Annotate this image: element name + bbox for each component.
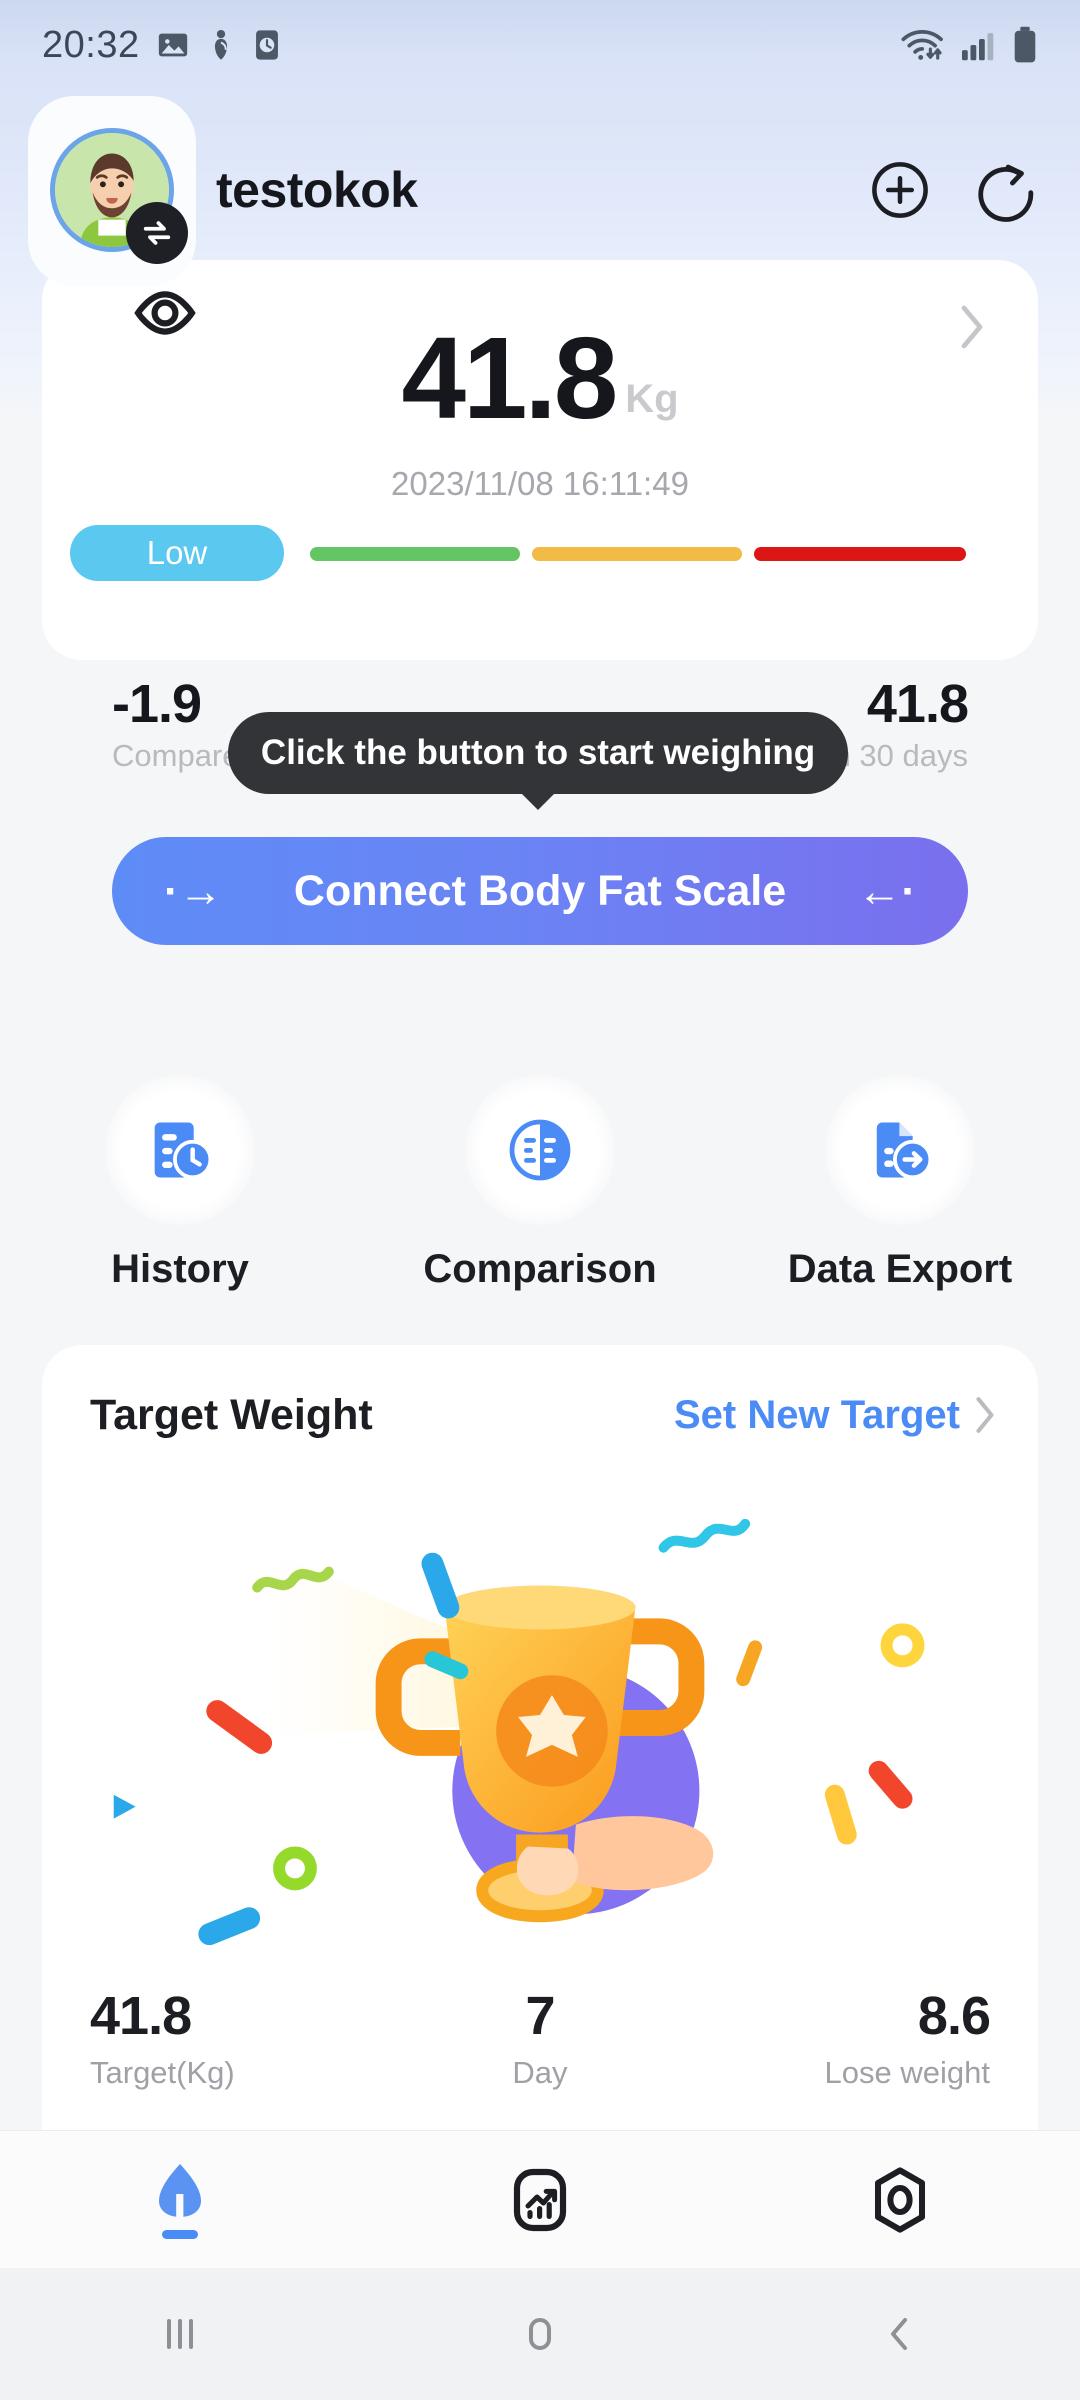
wifi-icon	[900, 27, 946, 63]
stat-target: 41.8 Target(Kg)	[90, 1985, 390, 2091]
share-refresh-icon[interactable]	[974, 158, 1038, 222]
stat-value: 41.8	[90, 1985, 390, 2047]
signal-icon	[960, 28, 998, 62]
target-card-title: Target Weight	[90, 1391, 373, 1440]
quick-action-label: Comparison	[423, 1247, 656, 1292]
comparison-split-circle-icon	[465, 1075, 615, 1225]
home-square-icon[interactable]	[360, 2311, 720, 2357]
arrow-right-glyph: ·→	[164, 867, 223, 917]
stat-label: Target(Kg)	[90, 2055, 390, 2091]
set-new-target-label: Set New Target	[674, 1393, 960, 1438]
swap-arrows-icon	[126, 202, 188, 264]
level-active-badge: Low	[70, 525, 284, 581]
stat-label: Day	[390, 2055, 690, 2091]
level-bar-high	[532, 547, 742, 561]
measurement-timestamp: 2023/11/08 16:11:49	[42, 465, 1038, 503]
header-actions	[868, 158, 1038, 222]
nav-active-indicator	[162, 2230, 198, 2239]
status-bar-right	[900, 26, 1038, 64]
data-export-document-arrow-icon	[825, 1075, 975, 1225]
status-bar-clock: 20:32	[42, 24, 140, 67]
stat-day: 7 Day	[390, 1985, 690, 2091]
app-header: testokok	[0, 120, 1080, 260]
quick-action-label: Data Export	[788, 1247, 1013, 1292]
status-bar: 20:32	[0, 0, 1080, 90]
trophy-celebration-illustration	[42, 1475, 1038, 1975]
gear-hexagon-icon	[866, 2166, 934, 2234]
stat-value: 7	[390, 1985, 690, 2047]
nav-item-settings[interactable]	[720, 2166, 1080, 2234]
recents-icon[interactable]	[0, 2311, 360, 2357]
app-icon	[206, 28, 236, 62]
nav-item-home[interactable]	[0, 2160, 360, 2239]
home-icon	[143, 2160, 217, 2222]
battery-icon	[1012, 26, 1038, 64]
quick-action-data-export[interactable]: Data Export	[720, 1075, 1080, 1292]
image-icon	[156, 28, 190, 62]
quick-action-label: History	[111, 1247, 249, 1292]
stat-label: Lose weight	[690, 2055, 990, 2091]
tooltip-text: Click the button to start weighing	[261, 733, 815, 773]
target-stats: 41.8 Target(Kg) 7 Day 8.6 Lose weight	[90, 1985, 990, 2091]
status-bar-left: 20:32	[42, 24, 282, 67]
chevron-right-icon[interactable]	[956, 302, 988, 357]
bottom-navigation	[0, 2130, 1080, 2268]
chevron-right-icon	[972, 1394, 998, 1436]
connect-body-fat-scale-button[interactable]: ·→ Connect Body Fat Scale ←·	[112, 837, 968, 945]
arrow-left-glyph: ←·	[857, 867, 916, 917]
plus-circle-icon[interactable]	[868, 158, 932, 222]
weight-value: 41.8	[401, 320, 615, 436]
android-navigation-bar	[0, 2268, 1080, 2400]
stat-value: 8.6	[690, 1985, 990, 2047]
quick-actions: History Comparison	[0, 1075, 1080, 1292]
page-title: testokok	[216, 161, 418, 219]
nav-item-trend[interactable]	[360, 2167, 720, 2233]
set-new-target-button[interactable]: Set New Target	[674, 1393, 998, 1438]
back-chevron-icon[interactable]	[720, 2311, 1080, 2357]
avatar[interactable]	[42, 120, 182, 260]
weight-unit: Kg	[625, 377, 678, 436]
quick-action-history[interactable]: History	[0, 1075, 360, 1292]
target-card-header: Target Weight Set New Target	[90, 1385, 998, 1445]
clock-icon	[252, 28, 282, 62]
level-bar-normal	[310, 547, 520, 561]
quick-action-comparison[interactable]: Comparison	[360, 1075, 720, 1292]
level-indicator: Low	[70, 525, 1010, 581]
tooltip-arrow	[520, 792, 556, 810]
weight-display[interactable]: 41.8 Kg	[42, 320, 1038, 450]
level-bar-very-high	[754, 547, 966, 561]
history-document-clock-icon	[105, 1075, 255, 1225]
weighing-tooltip: Click the button to start weighing	[228, 712, 848, 794]
app-screen: 20:32	[0, 0, 1080, 2400]
stat-lose-weight: 8.6 Lose weight	[690, 1985, 990, 2091]
connect-button-label: Connect Body Fat Scale	[294, 867, 786, 916]
weight-card: 41.8 Kg 2023/11/08 16:11:49 Low -1.9 Com…	[42, 260, 1038, 660]
chart-trend-icon	[507, 2167, 573, 2233]
